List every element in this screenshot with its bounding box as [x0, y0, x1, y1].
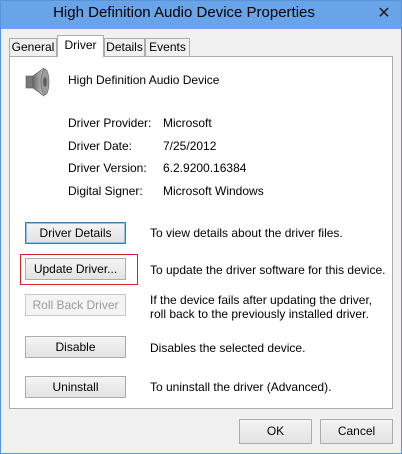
tab-driver[interactable]: Driver: [57, 35, 104, 57]
digital-signer-label: Digital Signer:: [68, 184, 143, 198]
cancel-button[interactable]: Cancel: [320, 419, 393, 444]
driver-version-label: Driver Version:: [68, 161, 147, 175]
driver-details-button[interactable]: Driver Details: [25, 222, 126, 244]
title-bar[interactable]: High Definition Audio Device Properties …: [1, 1, 401, 29]
driver-details-description: To view details about the driver files.: [150, 226, 343, 240]
tab-details[interactable]: Details: [104, 38, 145, 56]
driver-panel: High Definition Audio Device Driver Prov…: [9, 56, 393, 409]
disable-description: Disables the selected device.: [150, 341, 306, 355]
roll-back-driver-description: If the device fails after updating the d…: [150, 293, 373, 321]
uninstall-description: To uninstall the driver (Advanced).: [150, 380, 332, 394]
window-title: High Definition Audio Device Properties: [53, 4, 315, 21]
update-driver-description: To update the driver software for this d…: [150, 263, 386, 277]
driver-date-label: Driver Date:: [68, 139, 133, 153]
roll-back-driver-button[interactable]: Roll Back Driver: [25, 294, 126, 316]
disable-button[interactable]: Disable: [25, 336, 126, 358]
ok-button[interactable]: OK: [239, 419, 312, 444]
close-icon[interactable]: ✕: [373, 4, 395, 24]
driver-provider-label: Driver Provider:: [68, 116, 152, 130]
device-name: High Definition Audio Device: [68, 73, 220, 87]
driver-date-value: 7/25/2012: [163, 139, 217, 153]
driver-version-value: 6.2.9200.16384: [163, 161, 247, 175]
tab-general[interactable]: General: [9, 38, 57, 56]
uninstall-button[interactable]: Uninstall: [25, 376, 126, 398]
driver-provider-value: Microsoft: [163, 116, 212, 130]
tab-events[interactable]: Events: [145, 38, 190, 56]
speaker-icon: [25, 67, 50, 97]
digital-signer-value: Microsoft Windows: [163, 184, 264, 198]
update-driver-button[interactable]: Update Driver...: [25, 258, 126, 280]
properties-dialog: High Definition Audio Device Properties …: [0, 0, 402, 454]
